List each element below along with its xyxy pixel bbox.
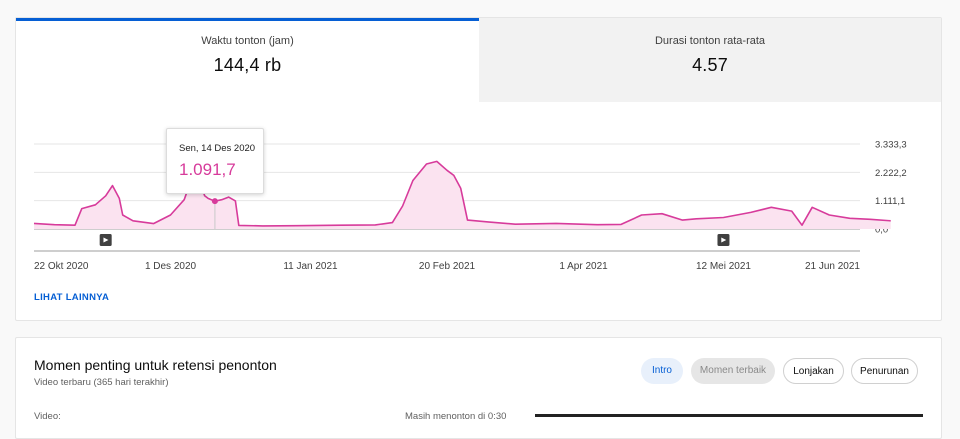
y-tick-label: 1.111,1 [875,196,905,207]
y-tick-label: 3.333,3 [875,140,907,151]
x-tick-label: 1 Des 2020 [145,261,197,272]
x-tick-label: 20 Feb 2021 [419,261,476,272]
chip-dips[interactable]: Penurunan [851,358,918,384]
x-tick-label: 21 Jun 2021 [805,261,860,272]
x-tick-label: 12 Mei 2021 [696,261,751,272]
retention-subtitle: Video terbaru (365 hari terakhir) [34,377,169,388]
tooltip-date: Sen, 14 Des 2020 [179,143,256,154]
x-tick-label: 11 Jan 2021 [283,261,338,272]
retention-title: Momen penting untuk retensi penonton [34,357,277,373]
see-more-link[interactable]: LIHAT LAINNYA [34,292,109,303]
retention-card [15,337,942,439]
y-tick-label: 2.222,2 [875,168,907,179]
chip-spikes[interactable]: Lonjakan [783,358,844,384]
x-tick-label: 22 Okt 2020 [34,261,89,272]
x-tick-label: 1 Apr 2021 [559,261,608,272]
chip-intro[interactable]: Intro [641,358,683,384]
chip-best-moments[interactable]: Momen terbaik [691,358,775,384]
hover-point [211,198,218,205]
chart-tooltip: Sen, 14 Des 2020 1.091,7 [166,128,264,194]
tooltip-value: 1.091,7 [179,160,236,179]
